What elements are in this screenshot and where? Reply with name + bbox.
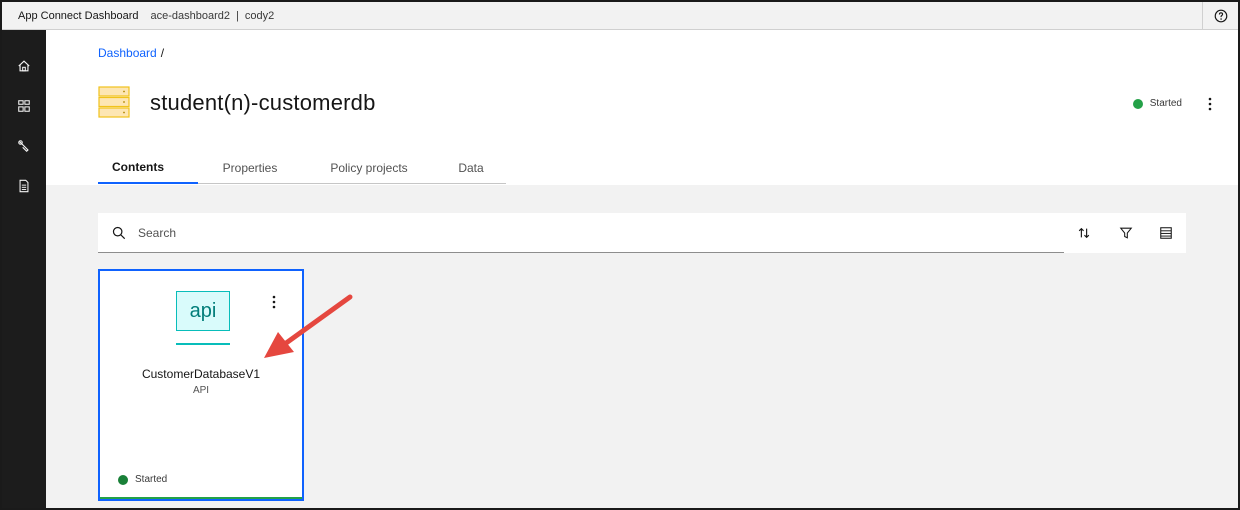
overflow-menu-icon [1208,97,1212,111]
list-view-icon [1160,227,1172,239]
main-content: Dashboard / student(n)-customerdb Started [46,30,1238,508]
server-icon [98,86,130,118]
tab-data[interactable]: Data [436,152,506,184]
sort-button[interactable] [1072,221,1096,245]
search-icon [112,226,126,239]
dashboard-icon [18,100,30,112]
server-status-label: Started [1149,98,1182,109]
nav-home-button[interactable] [12,54,36,78]
search-input[interactable] [138,225,938,240]
card-status-stripe [100,497,302,499]
search-toolbar [98,213,1186,253]
topbar-separator: | [235,9,239,22]
window-frame: App Connect Dashboard ace-dashboard2 | c… [0,0,1240,510]
api-logo-icon: api [176,291,230,331]
tools-icon [18,140,29,153]
breadcrumb-separator: / [160,46,165,60]
breadcrumb: Dashboard / [98,46,164,60]
status-indicator-dot [118,474,128,485]
tab-list: Contents Properties Policy projects Data [98,152,506,184]
view-toggle-button[interactable] [1154,221,1178,245]
home-icon [18,60,30,72]
document-icon [19,179,29,193]
page-header: Dashboard / student(n)-customerdb Started [46,30,1238,185]
contents-panel: api CustomerDatabaseV1 API Started [46,185,1238,508]
api-logo-underline [176,343,230,345]
server-status: Started [1132,98,1182,109]
nav-documents-button[interactable] [12,174,36,198]
left-nav-rail [2,30,46,508]
user-label: cody2 [244,9,275,22]
help-button[interactable] [1202,2,1238,29]
card-status: Started [118,474,167,485]
tab-contents[interactable]: Contents [98,152,198,184]
namespace-label: ace-dashboard2 [150,9,230,22]
top-bar: App Connect Dashboard ace-dashboard2 | c… [2,2,1238,30]
server-overflow-menu-button[interactable] [1202,94,1218,114]
card-status-label: Started [135,474,168,485]
sort-icon [1078,227,1090,239]
app-title[interactable]: App Connect Dashboard [2,10,138,22]
tab-properties[interactable]: Properties [198,152,302,184]
tab-policy-projects[interactable]: Policy projects [302,152,436,184]
status-indicator-dot [1132,98,1143,109]
card-title: CustomerDatabaseV1 [141,367,261,381]
help-icon [1214,9,1227,22]
nav-dashboard-button[interactable] [12,94,36,118]
filter-button[interactable] [1114,221,1138,245]
annotation-arrow-icon [264,294,353,358]
page-title: student(n)-customerdb [150,90,376,115]
card-type-label: API [192,385,210,396]
breadcrumb-dashboard-link[interactable]: Dashboard [98,46,157,60]
filter-icon [1119,227,1133,239]
api-logo-text: api [189,299,217,322]
search-field [98,213,1064,253]
nav-tools-button[interactable] [12,134,36,158]
